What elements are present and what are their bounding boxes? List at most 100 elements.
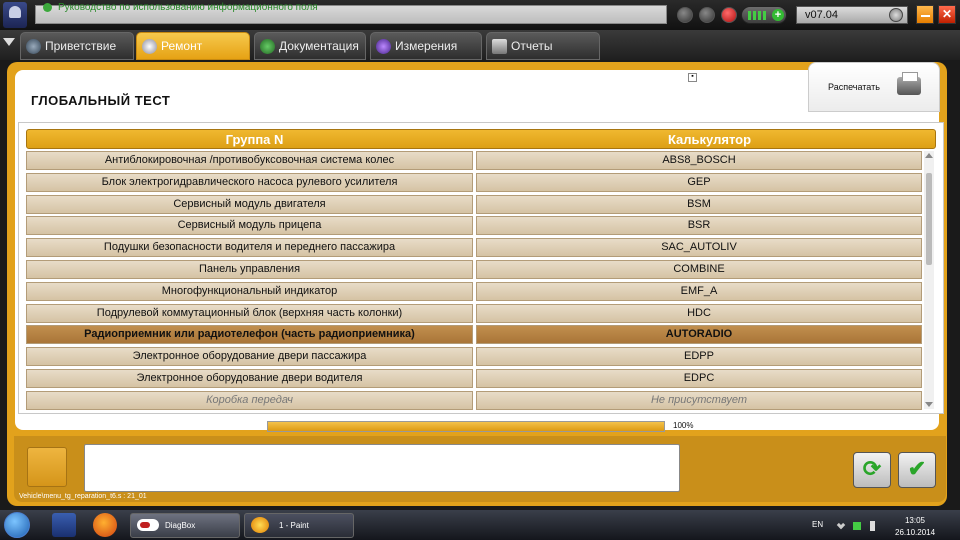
status-square <box>27 447 67 487</box>
ecu-table: Группа N Калькулятор Антиблокировочная /… <box>18 122 944 414</box>
cell-group: Подушки безопасности водителя и переднег… <box>26 238 473 258</box>
stop-icon[interactable] <box>721 7 737 23</box>
magnifier-icon <box>142 39 157 54</box>
peugeot-logo <box>3 2 27 28</box>
table-header: Группа N Калькулятор <box>26 129 936 149</box>
print-button[interactable]: Распечатать <box>808 62 940 112</box>
table-row[interactable]: Многофункциональный индикатор EMF_A <box>26 281 922 301</box>
tab-welcome[interactable]: Приветствие <box>20 32 134 60</box>
diagbox-icon <box>137 519 159 531</box>
scroll-down-icon[interactable] <box>925 402 933 407</box>
tabs-bar: Приветствие Ремонт Документация Измерени… <box>0 30 960 60</box>
taskbar-item-paint[interactable]: 1 - Paint <box>244 513 354 538</box>
tab-measurements[interactable]: Измерения <box>370 32 482 60</box>
paint-icon <box>251 517 269 533</box>
print-label: Распечатать <box>828 82 880 92</box>
header-group: Группа N <box>225 132 284 147</box>
tab-repair[interactable]: Ремонт <box>136 32 250 60</box>
cell-calculator: BSR <box>476 216 922 236</box>
charge-plus-icon: + <box>772 9 784 21</box>
table-row[interactable]: Подушки безопасности водителя и переднег… <box>26 238 922 258</box>
floppy-icon[interactable] <box>52 513 76 537</box>
documentation-icon <box>260 39 275 54</box>
battery-tray-icon[interactable] <box>870 521 875 531</box>
language-indicator[interactable]: EN <box>812 520 823 529</box>
progress-bar <box>267 421 665 432</box>
header-calculator: Калькулятор <box>667 132 752 147</box>
tray-expand-icon[interactable] <box>836 520 846 530</box>
screen-path: Vehicle\menu_tg_reparation_t6.s : 21_01 <box>19 493 147 500</box>
cell-calculator: COMBINE <box>476 260 922 279</box>
cell-group: Коробка передач <box>26 390 473 410</box>
refresh-icon: ⟳ <box>862 456 882 481</box>
tab-label: Приветствие <box>45 39 117 53</box>
tab-reports[interactable]: Отчеты <box>486 32 600 60</box>
table-row[interactable]: Сервисный модуль двигателя BSM <box>26 194 922 214</box>
table-row[interactable]: Блок электрогидравлического насоса рулев… <box>26 172 922 192</box>
table-row[interactable]: Подрулевой коммутационный блок (верхняя … <box>26 303 922 323</box>
close-button[interactable]: ✕ <box>938 5 956 24</box>
battery-indicator: + <box>741 6 787 24</box>
windows-taskbar: DiagBox 1 - Paint EN 13:05 26.10.2014 <box>0 510 960 540</box>
tab-label: Измерения <box>395 39 458 53</box>
cell-calculator: AUTORADIO <box>476 325 922 345</box>
task-label: 1 - Paint <box>279 521 309 530</box>
checkmark-icon: ✔ <box>907 456 927 481</box>
clock-time: 13:05 <box>904 516 926 525</box>
table-row[interactable]: Электронное оборудование двери водителя E… <box>26 369 922 388</box>
cell-calculator: ABS8_BOSCH <box>476 151 922 170</box>
cell-calculator: EMF_A <box>476 281 922 301</box>
table-row[interactable]: Радиоприемник или радиотелефон (часть ра… <box>26 325 922 345</box>
firefox-icon[interactable] <box>93 513 117 537</box>
cell-calculator: EDPP <box>476 347 922 367</box>
confirm-button[interactable]: ✔ <box>898 452 936 488</box>
info-text-box[interactable] <box>84 444 680 492</box>
table-body: Антиблокировочная /противобуксовочная си… <box>26 151 922 413</box>
minimize-button[interactable] <box>916 5 934 24</box>
dial-icon[interactable] <box>889 8 903 22</box>
start-button[interactable] <box>4 512 30 538</box>
table-row[interactable]: Антиблокировочная /противобуксовочная си… <box>26 151 922 170</box>
cell-group: Подрулевой коммутационный блок (верхняя … <box>26 303 473 323</box>
vertical-scrollbar[interactable] <box>924 151 934 409</box>
expand-icon[interactable]: ▪ <box>688 73 697 82</box>
cell-calculator: SAC_AUTOLIV <box>476 238 922 258</box>
taskbar-item-diagbox[interactable]: DiagBox <box>130 513 240 538</box>
table-row[interactable]: Электронное оборудование двери пассажира… <box>26 347 922 367</box>
tab-label: Ремонт <box>161 39 203 53</box>
diagbox-window: Руководство по использованию информацион… <box>0 0 960 540</box>
tabs-menu-arrow-icon[interactable] <box>3 38 15 46</box>
back-icon[interactable] <box>677 7 693 23</box>
welcome-icon <box>26 39 41 54</box>
cell-calculator: GEP <box>476 172 922 192</box>
waveform-icon <box>376 39 391 54</box>
system-clock[interactable]: 13:05 26.10.2014 <box>895 515 935 539</box>
table-row[interactable]: Коробка передач Не присутствует <box>26 390 922 410</box>
cell-group: Панель управления <box>26 260 473 279</box>
tab-label: Документация <box>279 39 359 53</box>
help-icon[interactable] <box>699 7 715 23</box>
version-label: v07.04 <box>805 9 839 21</box>
table-row[interactable]: Сервисный модуль прицепа BSR <box>26 216 922 236</box>
info-message: Руководство по использованию информацион… <box>58 2 318 13</box>
cell-group: Блок электрогидравлического насоса рулев… <box>26 172 473 192</box>
cell-group: Электронное оборудование двери пассажира <box>26 347 473 367</box>
table-row[interactable]: Панель управления COMBINE <box>26 260 922 279</box>
page-title: ГЛОБАЛЬНЫЙ ТЕСТ <box>31 93 171 108</box>
scroll-thumb[interactable] <box>926 173 932 265</box>
cell-group: Электронное оборудование двери водителя <box>26 369 473 388</box>
report-icon <box>492 39 507 54</box>
cell-group: Антиблокировочная /противобуксовочная си… <box>26 151 473 170</box>
scroll-up-icon[interactable] <box>925 153 933 158</box>
info-message-bar[interactable]: Руководство по использованию информацион… <box>35 2 667 24</box>
refresh-button[interactable]: ⟳ <box>853 452 891 488</box>
network-icon[interactable] <box>853 522 861 530</box>
cell-group: Сервисный модуль двигателя <box>26 194 473 214</box>
progress-text: 100% <box>673 421 694 430</box>
cell-group: Радиоприемник или радиотелефон (часть ра… <box>26 325 473 345</box>
printer-icon <box>897 72 921 95</box>
progress-fill <box>268 422 664 431</box>
tab-documentation[interactable]: Документация <box>254 32 366 60</box>
clock-date: 26.10.2014 <box>895 528 936 537</box>
cell-group: Многофункциональный индикатор <box>26 281 473 301</box>
